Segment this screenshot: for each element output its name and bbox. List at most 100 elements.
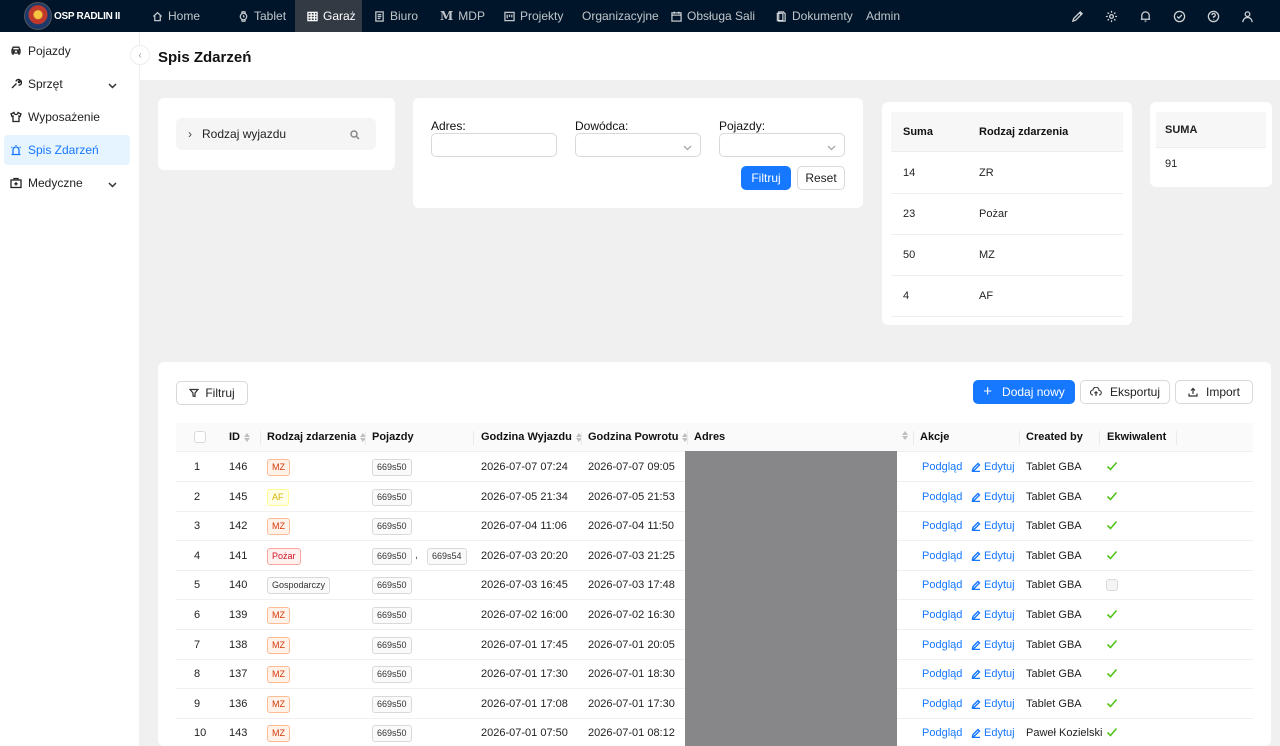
dowodca-select[interactable] xyxy=(575,133,701,157)
edit-link[interactable]: Edytuj xyxy=(971,727,1015,739)
nav-home[interactable]: Home xyxy=(140,0,226,32)
view-link[interactable]: Podgląd xyxy=(922,609,962,621)
nav-label: Admin xyxy=(866,9,901,23)
home-icon xyxy=(152,11,163,22)
edit-link[interactable]: Edytuj xyxy=(971,698,1015,710)
edit-link[interactable]: Edytuj xyxy=(971,461,1015,473)
col-event-type[interactable]: Rodzaj zdarzenia xyxy=(267,431,367,443)
bell-icon[interactable] xyxy=(1138,9,1152,23)
summary-table-header: Suma Rodzaj zdarzenia xyxy=(891,112,1123,152)
edit-link[interactable]: Edytuj xyxy=(971,668,1015,680)
cell-departure: 2026-07-03 16:45 xyxy=(481,579,568,592)
view-link[interactable]: Podgląd xyxy=(922,727,962,739)
nav-dokumenty[interactable]: Dokumenty xyxy=(764,0,854,32)
medical-box-icon xyxy=(10,177,22,189)
select-all-checkbox[interactable] xyxy=(194,431,206,443)
cell-return: 2026-07-01 20:05 xyxy=(588,638,675,651)
brand-logo[interactable]: OSP RADLIN II xyxy=(0,0,140,32)
nav-mdp[interactable]: M MDP xyxy=(428,0,492,32)
col-id[interactable]: ID xyxy=(229,431,250,443)
view-link[interactable]: Podgląd xyxy=(922,698,962,710)
sidebar-item-medyczne[interactable]: Medyczne xyxy=(4,168,130,198)
summary-row: 4 AF xyxy=(891,276,1123,317)
import-button[interactable]: Import xyxy=(1175,380,1253,404)
table-filter-label: Filtruj xyxy=(205,386,235,400)
edit-icon xyxy=(971,551,981,561)
nav-projekty[interactable]: Projekty xyxy=(492,0,570,32)
cell-return: 2026-07-02 16:30 xyxy=(588,609,675,621)
cell-departure: 2026-07-03 20:20 xyxy=(481,549,568,562)
edit-link[interactable]: Edytuj xyxy=(971,520,1015,532)
cell-departure: 2026-07-01 17:30 xyxy=(481,668,568,681)
col-return[interactable]: Godzina Powrotu xyxy=(588,431,689,443)
user-icon[interactable] xyxy=(1240,9,1254,23)
event-type-tree-search[interactable]: › Rodzaj wyjazdu xyxy=(176,118,376,150)
col-equivalent: Ekwiwalent xyxy=(1107,431,1167,443)
check-icon xyxy=(1106,608,1118,620)
vehicle-tag: 669s50 xyxy=(372,547,412,565)
search-icon xyxy=(350,129,360,140)
sidebar-item-wyposażenie[interactable]: Wyposażenie xyxy=(4,102,130,132)
cloud-upload-icon xyxy=(1089,387,1102,397)
edit-link[interactable]: Edytuj xyxy=(971,491,1015,503)
event-type-tree-card: › Rodzaj wyjazdu xyxy=(158,98,395,170)
help-icon[interactable] xyxy=(1206,9,1220,23)
export-button[interactable]: Eksportuj xyxy=(1080,380,1170,404)
vehicle-tag: 669s50 xyxy=(372,577,412,595)
nav-biuro[interactable]: Biuro xyxy=(362,0,428,32)
edit-link[interactable]: Edytuj xyxy=(971,550,1015,562)
summary-type: Pożar xyxy=(979,208,1008,220)
sidebar-item-pojazdy[interactable]: Pojazdy xyxy=(4,36,130,66)
summary-count: 50 xyxy=(903,249,916,261)
sidebar-item-sprzęt[interactable]: Sprzęt xyxy=(4,69,130,99)
summary-count: 4 xyxy=(903,290,910,302)
edit-link[interactable]: Edytuj xyxy=(971,639,1015,651)
edit-link[interactable]: Edytuj xyxy=(971,609,1015,621)
settings-icon[interactable] xyxy=(1104,9,1118,23)
col-address[interactable]: Adres xyxy=(694,431,725,443)
summary-type: AF xyxy=(979,290,994,302)
pen-icon[interactable] xyxy=(1070,9,1084,23)
cell-return: 2026-07-01 08:12 xyxy=(588,727,675,740)
view-link[interactable]: Podgląd xyxy=(922,520,962,532)
event-type-tag: AF xyxy=(267,488,289,506)
alert-icon xyxy=(10,144,22,156)
sidebar-item-spis-zdarzeń[interactable]: Spis Zdarzeń xyxy=(4,135,130,165)
col-departure[interactable]: Godzina Wyjazdu xyxy=(481,431,582,443)
edit-link[interactable]: Edytuj xyxy=(971,579,1015,591)
adres-input[interactable] xyxy=(431,133,557,157)
view-link[interactable]: Podgląd xyxy=(922,579,962,591)
event-type-tag: MZ xyxy=(267,725,290,743)
cell-return: 2026-07-07 09:05 xyxy=(588,461,675,473)
filter-submit-button[interactable]: Filtruj xyxy=(741,166,791,190)
add-new-button[interactable]: + Dodaj nowy xyxy=(973,380,1075,404)
nav-garaż[interactable]: Garaż xyxy=(295,0,362,32)
view-link[interactable]: Podgląd xyxy=(922,639,962,651)
nav-tablet[interactable]: Tablet xyxy=(226,0,295,32)
collapse-sidebar-button[interactable]: ‹ xyxy=(130,45,150,65)
summary-col-type: Rodzaj zdarzenia xyxy=(979,126,1069,138)
summary-row: 14 ZR xyxy=(891,153,1123,194)
chevron-right-icon[interactable]: › xyxy=(188,127,192,141)
filter-reset-button[interactable]: Reset xyxy=(797,166,845,190)
view-link[interactable]: Podgląd xyxy=(922,550,962,562)
nav-obsługa-sali[interactable]: Obsługa Sali xyxy=(659,0,764,32)
row-number: 4 xyxy=(194,549,201,562)
cell-created-by: Tablet GBA xyxy=(1026,549,1082,562)
view-link[interactable]: Podgląd xyxy=(922,461,962,473)
nav-label: Biuro xyxy=(390,9,419,23)
equivalent-checkbox[interactable] xyxy=(1106,579,1118,592)
nav-organizacyjne[interactable]: Organizacyjne xyxy=(570,0,659,32)
view-link[interactable]: Podgląd xyxy=(922,491,962,503)
table-filter-button[interactable]: Filtruj xyxy=(176,381,248,405)
address-sort-icon[interactable] xyxy=(898,431,908,440)
pojazdy-select[interactable] xyxy=(719,133,845,157)
cell-id: 138 xyxy=(229,638,248,651)
cell-id: 143 xyxy=(229,727,248,740)
view-link[interactable]: Podgląd xyxy=(922,668,962,680)
tool-icon xyxy=(10,78,22,90)
top-actions xyxy=(1070,0,1254,32)
nav-admin[interactable]: Admin xyxy=(854,0,910,32)
check-circle-icon[interactable] xyxy=(1172,9,1186,23)
cell-id: 145 xyxy=(229,490,248,503)
